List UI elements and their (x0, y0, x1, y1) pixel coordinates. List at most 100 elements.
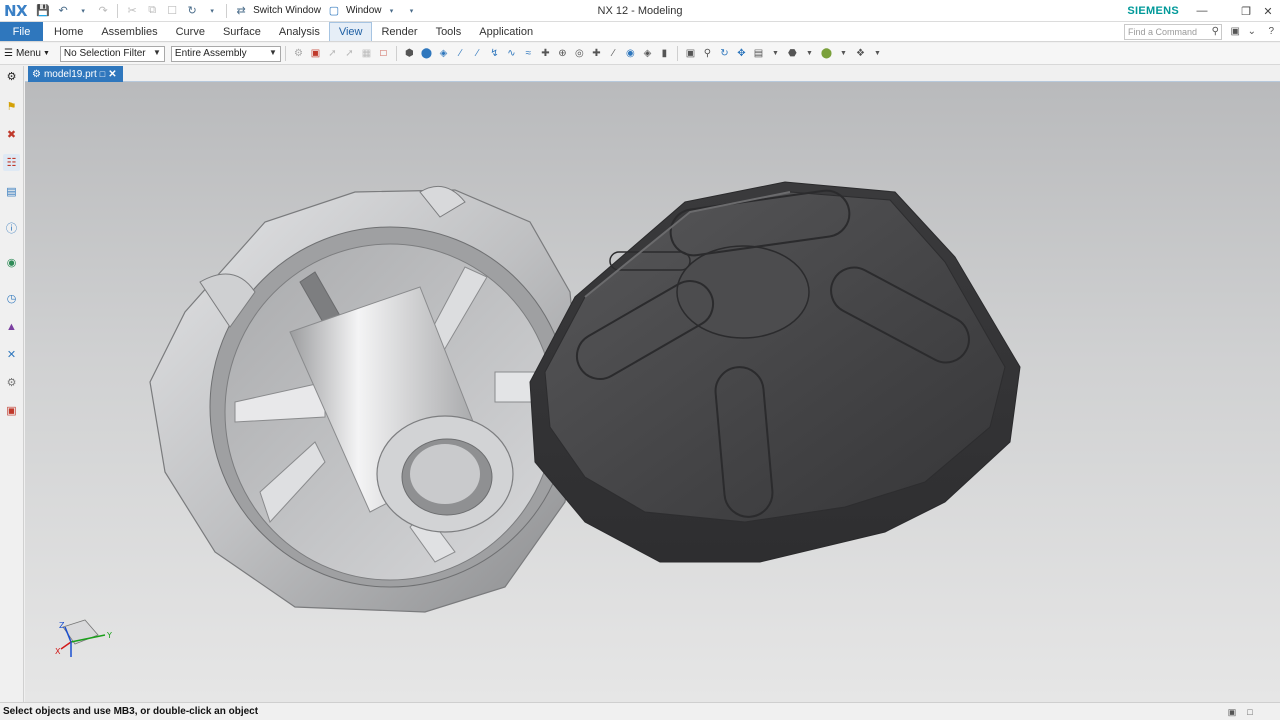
save-icon[interactable]: 💾 (36, 4, 50, 18)
intersection-icon[interactable]: ✚ (589, 46, 604, 61)
find-command-input[interactable]: Find a Command ⚲ (1124, 24, 1222, 40)
undo-dropdown-icon[interactable]: ▾ (76, 4, 90, 18)
tab-home[interactable]: Home (45, 22, 92, 41)
pan-icon[interactable]: ✥ (734, 46, 749, 61)
triad-y-label: Y (106, 631, 112, 640)
separator (395, 46, 397, 61)
file-tab[interactable]: File (0, 22, 43, 41)
curve-icon[interactable]: ∕ (453, 46, 468, 61)
dark-cap-part[interactable] (529, 181, 1021, 563)
window-dropdown-icon[interactable]: ▾ (385, 4, 399, 18)
body-icon[interactable]: ⬢ (402, 46, 417, 61)
spline-icon[interactable]: ∿ (504, 46, 519, 61)
close-tab-icon[interactable]: ✕ (108, 69, 116, 80)
paste-icon[interactable]: ☐ (165, 4, 179, 18)
minimize-icon[interactable]: — (1193, 3, 1211, 19)
sketch-curve-icon[interactable]: ∕ (470, 46, 485, 61)
tab-curve[interactable]: Curve (167, 22, 214, 41)
fit-view-icon[interactable]: ▣ (683, 46, 698, 61)
customize-quick-access-icon[interactable]: ▾ (405, 4, 419, 18)
background-icon[interactable]: ⬤ (819, 46, 834, 61)
switch-window-icon[interactable]: ⇄ (234, 4, 248, 18)
point-icon[interactable]: ✚ (538, 46, 553, 61)
visibility-dropdown-icon[interactable]: ▼ (870, 46, 885, 61)
zoom-icon[interactable]: ⚲ (700, 46, 715, 61)
snap-icon[interactable]: ◉ (623, 46, 638, 61)
nx-logo: NX (4, 1, 28, 20)
copy-icon[interactable]: ⧉ (145, 4, 159, 18)
cut-icon[interactable]: ✂ (125, 4, 139, 18)
hd3d-tools-icon[interactable]: ⓘ (3, 219, 20, 236)
chevron-down-icon: ▼ (42, 50, 50, 57)
tab-surface[interactable]: Surface (214, 22, 270, 41)
constraint-navigator-icon[interactable]: ✖ (3, 126, 20, 143)
tab-analysis[interactable]: Analysis (270, 22, 329, 41)
render-style-icon[interactable]: ⬣ (785, 46, 800, 61)
background-dropdown-icon[interactable]: ▼ (836, 46, 851, 61)
window-button[interactable]: Window (346, 5, 382, 16)
part-navigator-icon[interactable]: ☷ (3, 154, 20, 171)
wave-icon[interactable]: ≈ (521, 46, 536, 61)
tangent-curve-icon[interactable]: ↯ (487, 46, 502, 61)
ribbon-options-icon[interactable]: ▣ (1231, 26, 1240, 37)
edge-icon[interactable]: ◈ (436, 46, 451, 61)
search-icon[interactable]: ⚲ (1212, 25, 1219, 39)
arc-center-icon[interactable]: ◎ (572, 46, 587, 61)
tab-view[interactable]: View (328, 22, 373, 41)
selection-filter-dropdown[interactable]: No Selection Filter ▼ (59, 45, 165, 62)
reuse-library-icon[interactable]: ▤ (3, 183, 20, 200)
rectangle-select-icon[interactable]: □ (376, 46, 391, 61)
tab-render[interactable]: Render (372, 22, 426, 41)
scope-dropdown[interactable]: Entire Assembly ▼ (170, 45, 281, 62)
full-screen-icon[interactable]: ▣ (1226, 706, 1238, 718)
status-prompt: Select objects and use MB3, or double-cl… (3, 706, 259, 717)
status-layout-icon[interactable]: □ (1244, 706, 1256, 718)
help-icon[interactable]: ? (1268, 26, 1274, 37)
roles-icon[interactable]: ⚙ (3, 374, 20, 391)
web-browser-icon[interactable]: ◉ (3, 254, 20, 271)
system-materials-icon[interactable]: ▲ (3, 318, 20, 335)
redo-icon[interactable]: ↷ (96, 4, 110, 18)
rotate-icon[interactable]: ↻ (717, 46, 732, 61)
face-icon[interactable]: ⬤ (419, 46, 434, 61)
orient-dropdown-icon[interactable]: ▼ (768, 46, 783, 61)
general-object-icon[interactable]: ⚙ (291, 46, 306, 61)
render-dropdown-icon[interactable]: ▼ (802, 46, 817, 61)
tab-tools[interactable]: Tools (427, 22, 471, 41)
document-tab[interactable]: ⚙ model19.prt □ ✕ (28, 66, 123, 82)
menu-button[interactable]: ☰ Menu ▼ (0, 48, 54, 59)
selection-filter-value: No Selection Filter (63, 48, 146, 59)
snap-settings-icon[interactable]: ◈ (640, 46, 655, 61)
feature-filter-icon[interactable]: ▣ (308, 46, 323, 61)
history-icon[interactable]: ◷ (3, 290, 20, 307)
repeat-command-icon[interactable]: ↻ (185, 4, 199, 18)
triad-x-label: X (55, 647, 61, 656)
settings-gear-icon[interactable]: ⚙ (3, 68, 20, 85)
tab-application[interactable]: Application (470, 22, 542, 41)
switch-window-button[interactable]: Switch Window (253, 5, 321, 16)
deselect-icon[interactable]: ➚ (342, 46, 357, 61)
light-housing-part[interactable] (149, 185, 581, 613)
center-point-icon[interactable]: ⊕ (555, 46, 570, 61)
select-in-box-icon[interactable]: ▦ (359, 46, 374, 61)
close-icon[interactable]: ✕ (1259, 3, 1277, 19)
undo-icon[interactable]: ↶ (56, 4, 70, 18)
select-all-icon[interactable]: ➚ (325, 46, 340, 61)
ribbon-minimize-icon[interactable]: ⌄ (1248, 26, 1256, 37)
model-canvas[interactable]: Y Z X (25, 82, 1280, 702)
pin-icon[interactable]: □ (100, 69, 105, 79)
line-icon[interactable]: ∕ (606, 46, 621, 61)
tab-assemblies[interactable]: Assemblies (92, 22, 166, 41)
orient-view-icon[interactable]: ▤ (751, 46, 766, 61)
separator (226, 3, 228, 18)
assembly-navigator-icon[interactable]: ⚑ (3, 98, 20, 115)
bookmark-icon[interactable]: ▮ (657, 46, 672, 61)
restore-icon[interactable]: ❐ (1237, 3, 1255, 19)
system-scenes-icon[interactable]: ▣ (3, 402, 20, 419)
visibility-icon[interactable]: ❖ (853, 46, 868, 61)
repeat-dropdown-icon[interactable]: ▾ (205, 4, 219, 18)
triad-z-label: Z (59, 621, 65, 630)
window-icon[interactable]: ▢ (327, 4, 341, 18)
process-studio-icon[interactable]: ✕ (3, 346, 20, 363)
graphics-window[interactable]: Y Z X (25, 82, 1280, 702)
